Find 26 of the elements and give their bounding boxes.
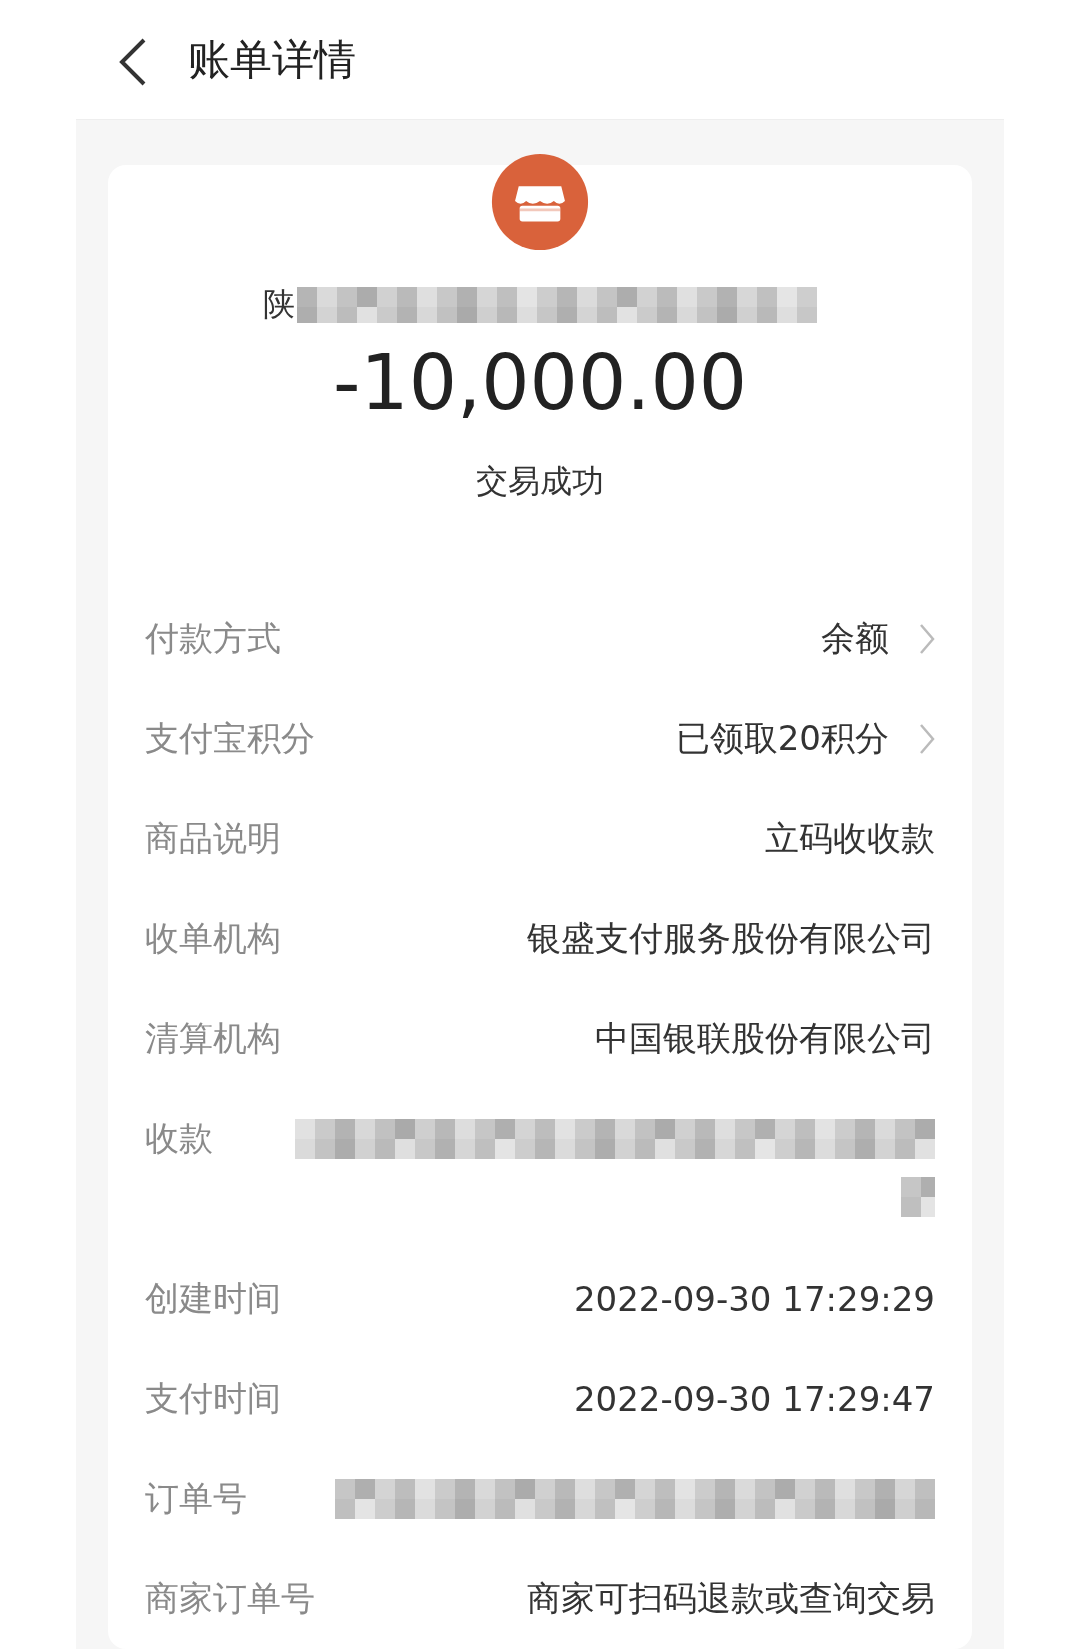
field-label: 清算机构 [145, 1017, 281, 1060]
field-value: 立码收收款 [765, 817, 935, 860]
field-label: 收款 [145, 1117, 213, 1160]
amount-text: -10,000.00 [332, 337, 748, 429]
blurred-text-mosaic [901, 1177, 935, 1217]
field-label: 收单机构 [145, 917, 281, 960]
chevron-right-icon[interactable] [919, 723, 935, 755]
field-label: 支付宝积分 [145, 717, 315, 760]
field-value: 已领取20积分 [675, 717, 889, 760]
status-text: 交易成功 [476, 461, 604, 502]
field-value: 商家可扫码退款或查询交易 [527, 1577, 935, 1620]
field-label: 付款方式 [145, 617, 281, 660]
field-value: 2022-09-30 17:29:29 [573, 1279, 935, 1319]
field-label: 商家订单号 [145, 1577, 315, 1620]
field-value: 余额 [821, 617, 889, 660]
field-label: 创建时间 [145, 1277, 281, 1320]
field-value: 银盛支付服务股份有限公司 [527, 917, 935, 960]
field-label: 支付时间 [145, 1377, 281, 1420]
field-value: 中国银联股份有限公司 [595, 1017, 935, 1060]
field-value: 2022-09-30 17:29:47 [573, 1379, 935, 1419]
back-icon[interactable] [118, 36, 148, 87]
chevron-right-icon[interactable] [919, 623, 935, 655]
field-label: 订单号 [145, 1477, 247, 1520]
page-title: 账单详情 [188, 33, 356, 86]
merchant-name: 陕 [263, 284, 295, 325]
field-label: 商品说明 [145, 817, 281, 860]
